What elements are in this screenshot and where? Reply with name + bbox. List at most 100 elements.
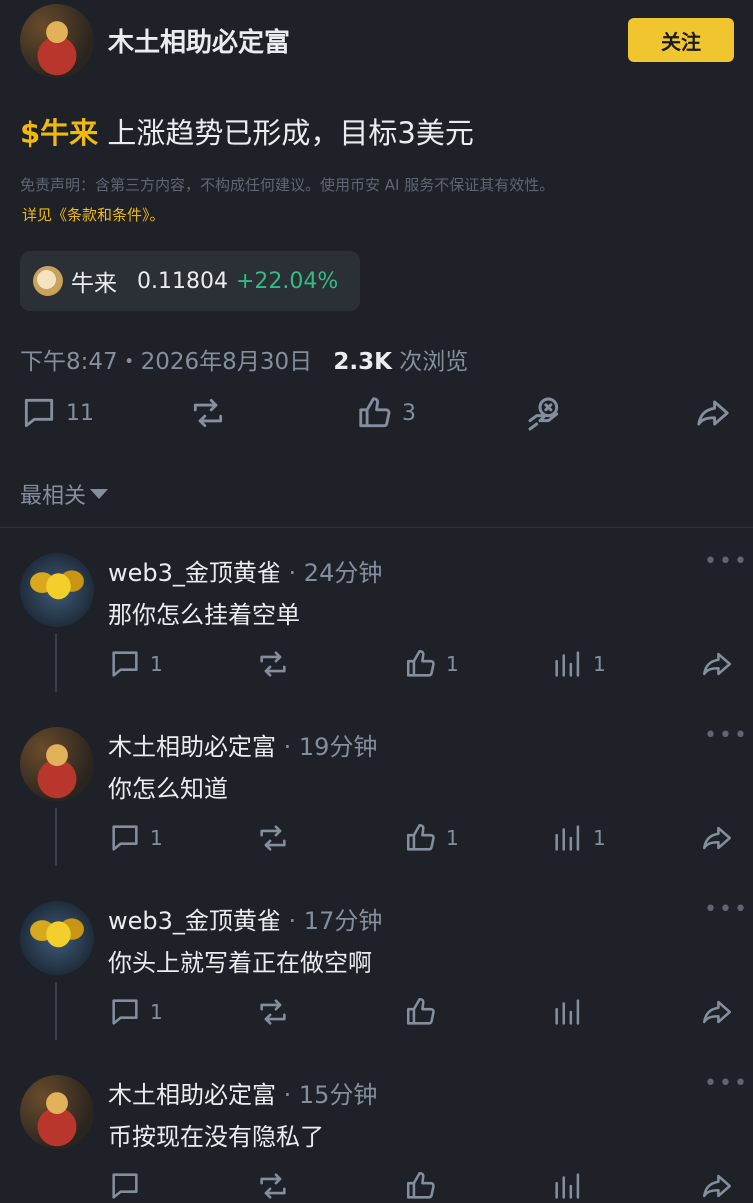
reply-button[interactable]: 1 <box>108 647 163 681</box>
comment-header: web3_金顶黄雀 · 17分钟 <box>108 901 382 936</box>
coin-name: 牛来 <box>71 271 117 297</box>
repost-button[interactable] <box>256 1169 290 1203</box>
bar-chart-icon <box>551 995 585 1029</box>
share-button[interactable] <box>700 647 734 681</box>
view-label: 次浏览 <box>399 349 469 375</box>
comment-header: web3_金顶黄雀 · 24分钟 <box>108 553 382 588</box>
disclaimer-text: 免责声明：含第三方内容，不构成任何建议。使用币安 AI 服务不保证其有效性。 <box>20 176 555 194</box>
like-button[interactable]: 3 <box>356 394 416 432</box>
comment-time: · 19分钟 <box>283 733 378 761</box>
post-title: $牛来 上涨趋势已形成，目标3美元 <box>20 110 474 152</box>
replies-count: 1 <box>150 826 163 850</box>
likes-count: 1 <box>446 652 459 676</box>
views-button[interactable]: 1 <box>551 821 606 855</box>
commenter-avatar[interactable] <box>20 727 94 801</box>
like-count: 3 <box>402 400 416 426</box>
reply-button[interactable]: 1 <box>108 821 163 855</box>
caret-down-icon <box>90 489 109 499</box>
comment-time: · 15分钟 <box>283 1081 378 1109</box>
post-title-text: 上涨趋势已形成，目标3美元 <box>98 116 474 150</box>
thread-line <box>55 634 57 692</box>
replies-count: 1 <box>150 652 163 676</box>
reply-button[interactable]: 1 <box>108 995 163 1029</box>
thread-line <box>55 982 57 1040</box>
repost-icon <box>193 398 223 428</box>
post-meta: 下午8:47・2026年8月30日 2.3K 次浏览 <box>20 342 468 376</box>
tip-hand-icon <box>528 397 559 431</box>
more-options-icon[interactable]: ••• <box>704 723 749 748</box>
sort-label: 最相关 <box>20 484 87 509</box>
repost-button[interactable] <box>256 647 290 681</box>
author-avatar[interactable] <box>20 4 94 78</box>
comment-header: 木土相助必定富 · 15分钟 <box>108 1075 377 1110</box>
views-button[interactable]: 1 <box>551 647 606 681</box>
commenter-avatar[interactable] <box>20 901 94 975</box>
commenter-name[interactable]: 木土相助必定富 <box>108 733 276 761</box>
reply-button[interactable] <box>108 1169 150 1203</box>
thumbs-up-icon <box>404 647 438 681</box>
reply-icon <box>108 995 142 1029</box>
share-icon <box>700 1169 734 1203</box>
coin-icon <box>33 266 63 296</box>
views-button[interactable] <box>551 1169 593 1203</box>
commenter-avatar[interactable] <box>20 1075 94 1149</box>
commenter-name[interactable]: web3_金顶黄雀 <box>108 559 281 587</box>
comment-time: · 17分钟 <box>288 907 383 935</box>
replies-count: 1 <box>150 1000 163 1024</box>
view-count: 2.3K <box>333 349 392 375</box>
repost-button[interactable] <box>256 821 290 855</box>
share-button[interactable] <box>694 394 732 432</box>
comment-icon <box>24 398 54 428</box>
like-button[interactable]: 1 <box>404 821 459 855</box>
share-icon <box>700 647 734 681</box>
repost-icon <box>256 647 290 681</box>
share-icon <box>697 400 729 426</box>
share-icon <box>700 821 734 855</box>
like-button[interactable] <box>404 1169 446 1203</box>
coin-price: 0.11804 <box>137 268 228 294</box>
comment-header: 木土相助必定富 · 19分钟 <box>108 727 377 762</box>
commenter-avatar[interactable] <box>20 553 94 627</box>
bar-chart-icon <box>551 647 585 681</box>
repost-icon <box>256 1169 290 1203</box>
repost-icon <box>256 821 290 855</box>
like-button[interactable]: 1 <box>404 647 459 681</box>
views-count: 1 <box>593 652 606 676</box>
coin-chip[interactable]: 牛来 0.11804 +22.04% <box>20 251 360 311</box>
thumbs-up-icon <box>404 995 438 1029</box>
like-button[interactable] <box>404 995 446 1029</box>
coin-tag-link[interactable]: $牛来 <box>20 116 98 150</box>
repost-button[interactable] <box>256 995 290 1029</box>
terms-link[interactable]: 详见《条款和条件》。 <box>22 204 165 225</box>
thumbs-up-icon <box>359 397 391 428</box>
thread-line <box>55 808 57 866</box>
reply-icon <box>108 647 142 681</box>
bar-chart-icon <box>551 821 585 855</box>
commenter-name[interactable]: web3_金顶黄雀 <box>108 907 281 935</box>
share-icon <box>700 995 734 1029</box>
repost-button[interactable] <box>189 394 227 432</box>
repost-icon <box>256 995 290 1029</box>
views-button[interactable] <box>551 995 593 1029</box>
more-options-icon[interactable]: ••• <box>704 1071 749 1096</box>
comment-text: 币按现在没有隐私了 <box>108 1123 324 1151</box>
reply-icon <box>108 821 142 855</box>
section-divider <box>0 527 753 528</box>
thumbs-up-icon <box>404 821 438 855</box>
comment-count: 11 <box>66 400 94 426</box>
comment-button[interactable]: 11 <box>20 394 94 432</box>
likes-count: 1 <box>446 826 459 850</box>
more-options-icon[interactable]: ••• <box>704 549 749 574</box>
thumbs-up-icon <box>404 1169 438 1203</box>
share-button[interactable] <box>700 995 734 1029</box>
views-count: 1 <box>593 826 606 850</box>
tip-button[interactable] <box>525 394 565 434</box>
share-button[interactable] <box>700 821 734 855</box>
commenter-name[interactable]: 木土相助必定富 <box>108 1081 276 1109</box>
post-timestamp: 下午8:47・2026年8月30日 <box>20 349 313 375</box>
sort-dropdown[interactable]: 最相关 <box>20 478 110 510</box>
more-options-icon[interactable]: ••• <box>704 897 749 922</box>
author-name[interactable]: 木土相助必定富 <box>108 22 290 59</box>
share-button[interactable] <box>700 1169 734 1203</box>
follow-button[interactable]: 关注 <box>628 18 734 62</box>
